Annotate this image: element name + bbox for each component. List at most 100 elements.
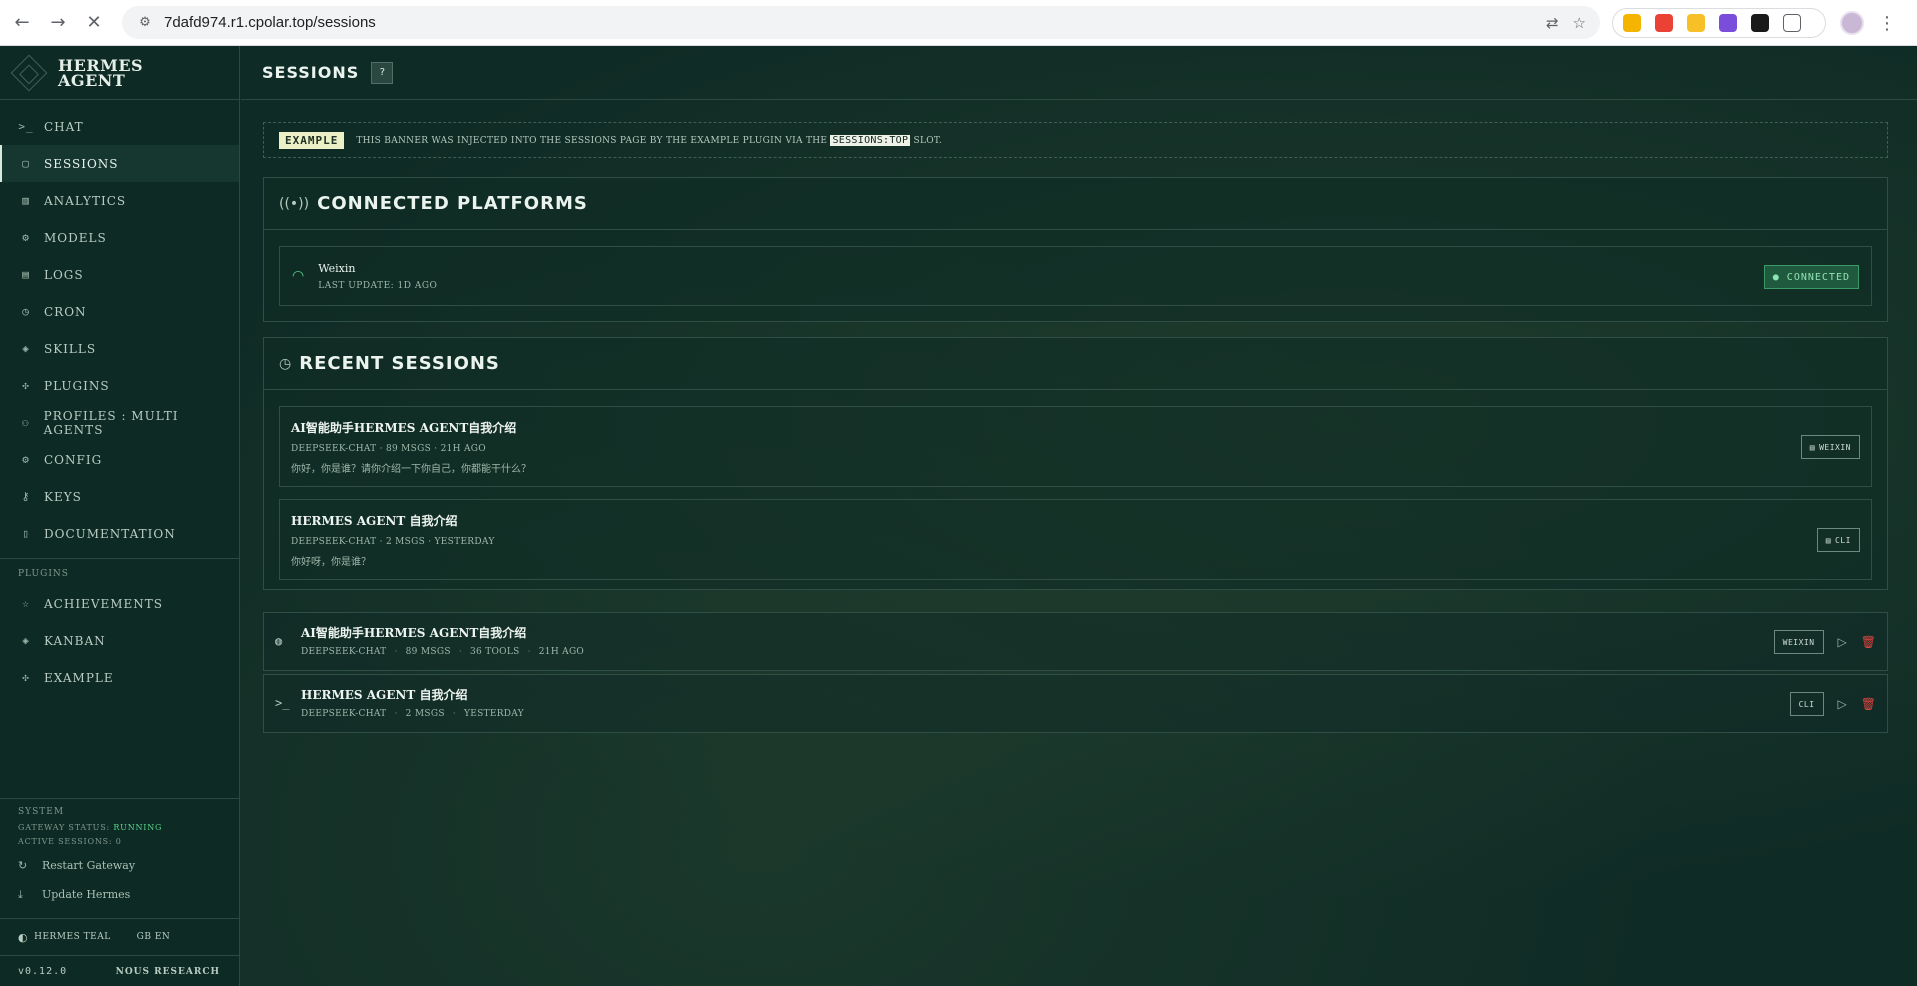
sidebar-item-label: PROFILES : MULTI AGENTS	[43, 408, 179, 437]
sidebar-item-label: CONFIG	[44, 452, 103, 467]
banner-text: THIS BANNER WAS INJECTED INTO THE SESSIO…	[356, 134, 942, 146]
file-text-icon: ▤	[22, 268, 30, 281]
session-list-row[interactable]: >_ HERMES AGENT 自我介绍 DEEPSEEK-CHAT · 2 MS…	[263, 674, 1888, 733]
delete-trash-icon[interactable]: 🗑	[1861, 635, 1876, 649]
session-time: 21H AGO	[538, 647, 585, 657]
plugin-banner: EXAMPLE THIS BANNER WAS INJECTED INTO TH…	[263, 122, 1888, 158]
extensions-bar	[1612, 8, 1826, 38]
session-title: AI智能助手HERMES AGENT自我介绍	[301, 626, 527, 640]
sidebar-item-config[interactable]: ⚙ CONFIG	[0, 441, 239, 478]
session-msgs: 2 MSGS	[405, 709, 445, 719]
browser-chrome: ← → ✕ ⚙ 7dafd974.r1.cpolar.top/sessions …	[0, 0, 1917, 46]
url-text[interactable]: 7dafd974.r1.cpolar.top/sessions	[164, 14, 376, 31]
sidebar-item-sessions[interactable]: ▢ SESSIONS	[0, 145, 239, 182]
meta-separator: ·	[527, 647, 531, 657]
sidebar: HERMES AGENT >_ CHAT ▢ SESSIONS ▥ ANALYTICS…	[0, 46, 240, 986]
card-title: RECENT SESSIONS	[299, 353, 500, 374]
extension-icon[interactable]	[1687, 14, 1705, 32]
terminal-icon: >_	[275, 696, 290, 710]
sidebar-item-cron[interactable]: ◷ CRON	[0, 293, 239, 330]
stop-loading-icon[interactable]: ✕	[80, 9, 108, 37]
sidebar-item-skills[interactable]: ◈ SKILLS	[0, 330, 239, 367]
sidebar-item-label: PLUGINS	[44, 378, 110, 393]
cpu-icon: ⚙	[22, 231, 30, 244]
sidebar-item-chat[interactable]: >_ CHAT	[0, 108, 239, 145]
platform-name: Weixin	[318, 261, 356, 275]
sidebar-item-analytics[interactable]: ▥ ANALYTICS	[0, 182, 239, 219]
row-actions: WEIXIN ▷ 🗑	[1773, 630, 1876, 654]
gateway-status-value: RUNNING	[113, 823, 163, 832]
help-button[interactable]: ?	[371, 61, 394, 84]
star-icon: ☆	[22, 597, 30, 610]
recent-sessions-card: ◷ RECENT SESSIONS AI智能助手HERMES AGENT自我介绍…	[263, 337, 1888, 590]
page-title: SESSIONS	[262, 63, 360, 82]
terminal-icon: >_	[18, 120, 34, 133]
radio-signal-icon: ((•))	[279, 195, 310, 212]
sidebar-item-models[interactable]: ⚙ MODELS	[0, 219, 239, 256]
session-list-row[interactable]: ◍ AI智能助手HERMES AGENT自我介绍 DEEPSEEK-CHAT · …	[263, 612, 1888, 671]
extension-icon[interactable]	[1719, 14, 1737, 32]
platform-last-update: LAST UPDATE: 1D AGO	[318, 280, 438, 291]
extensions-puzzle-icon[interactable]	[1783, 14, 1801, 32]
active-sessions: ACTIVE SESSIONS: 0	[18, 837, 122, 846]
session-preview: 你好呀，你是谁？	[291, 557, 371, 568]
recent-session-item[interactable]: HERMES AGENT 自我介绍 DEEPSEEK-CHAT · 2 MSGS…	[279, 499, 1872, 580]
sidebar-item-plugins[interactable]: ✣ PLUGINS	[0, 367, 239, 404]
users-icon: ⚇	[22, 416, 30, 429]
play-icon[interactable]: ▷	[1838, 697, 1847, 711]
url-actions: ⇄ ☆	[1546, 6, 1586, 39]
restart-gateway-button[interactable]: ↻ Restart Gateway	[18, 851, 240, 880]
update-hermes-button[interactable]: ⤓ Update Hermes	[18, 880, 240, 909]
bar-chart-icon: ▥	[22, 194, 30, 207]
translate-icon[interactable]: ⇄	[1546, 14, 1559, 32]
extension-icon[interactable]	[1751, 14, 1769, 32]
download-icon: ⤓	[18, 887, 23, 901]
source-badge-label: CLI	[1835, 535, 1851, 545]
version-row: v0.12.0 NOUS RESEARCH	[0, 955, 240, 986]
status-badge: ● CONNECTED	[1763, 265, 1859, 289]
theme-switcher[interactable]: HERMES TEAL	[34, 932, 111, 942]
sidebar-item-label: LOGS	[44, 267, 84, 282]
session-title: HERMES AGENT 自我介绍	[301, 688, 468, 702]
sidebar-item-logs[interactable]: ▤ LOGS	[0, 256, 239, 293]
system-title: SYSTEM	[18, 807, 65, 817]
banner-text-before: THIS BANNER WAS INJECTED INTO THE SESSIO…	[356, 135, 828, 146]
wifi-icon: ◠	[292, 268, 305, 284]
platform-item[interactable]: ◠ Weixin LAST UPDATE: 1D AGO ● CONNECTED	[279, 246, 1872, 306]
profile-avatar[interactable]	[1840, 11, 1864, 35]
refresh-icon: ↻	[18, 859, 28, 872]
sidebar-item-achievements[interactable]: ☆ ACHIEVEMENTS	[0, 585, 239, 622]
sidebar-item-profiles[interactable]: ⚇ PROFILES : MULTI AGENTS	[0, 404, 239, 441]
palette-icon[interactable]: ◐	[18, 931, 28, 944]
bookmark-star-icon[interactable]: ☆	[1573, 14, 1586, 32]
puzzle-icon: ✣	[22, 671, 30, 684]
address-bar[interactable]: ⚙ 7dafd974.r1.cpolar.top/sessions ⇄ ☆	[122, 6, 1600, 39]
clock-icon: ◷	[279, 355, 292, 372]
menu-kebab-icon[interactable]: ⋮	[1878, 13, 1896, 34]
play-icon[interactable]: ▷	[1838, 635, 1847, 649]
brand[interactable]: HERMES AGENT	[0, 46, 239, 100]
source-badge: WEIXIN	[1773, 630, 1824, 654]
sidebar-item-kanban[interactable]: ◈ KANBAN	[0, 622, 239, 659]
sidebar-item-label: DOCUMENTATION	[44, 526, 176, 541]
site-info-icon[interactable]: ⚙	[136, 14, 154, 32]
sidebar-footer: ◐ HERMES TEAL GB EN v0.12.0 NOUS RESEARC…	[0, 918, 240, 986]
sidebar-item-label: KEYS	[44, 489, 82, 504]
sidebar-item-documentation[interactable]: ▯ DOCUMENTATION	[0, 515, 239, 552]
sidebar-item-keys[interactable]: ⚷ KEYS	[0, 478, 239, 515]
card-title: CONNECTED PLATFORMS	[317, 193, 588, 214]
back-icon[interactable]: ←	[8, 9, 36, 37]
forward-icon[interactable]: →	[44, 9, 72, 37]
gateway-status-label: GATEWAY STATUS:	[18, 823, 110, 832]
org-link[interactable]: NOUS RESEARCH	[116, 967, 220, 977]
extension-icon[interactable]	[1655, 14, 1673, 32]
sidebar-item-label: EXAMPLE	[44, 670, 114, 685]
sidebar-item-example[interactable]: ✣ EXAMPLE	[0, 659, 239, 696]
extension-icon[interactable]	[1623, 14, 1641, 32]
banner-code: SESSIONS:TOP	[830, 134, 911, 146]
session-meta: DEEPSEEK-CHAT · 2 MSGS · YESTERDAY	[301, 709, 524, 719]
app-root: HERMES AGENT >_ CHAT ▢ SESSIONS ▥ ANALYTICS…	[0, 46, 1917, 986]
language-switcher[interactable]: GB EN	[137, 932, 171, 942]
delete-trash-icon[interactable]: 🗑	[1861, 697, 1876, 711]
recent-session-item[interactable]: AI智能助手HERMES AGENT自我介绍 DEEPSEEK-CHAT · 8…	[279, 406, 1872, 487]
